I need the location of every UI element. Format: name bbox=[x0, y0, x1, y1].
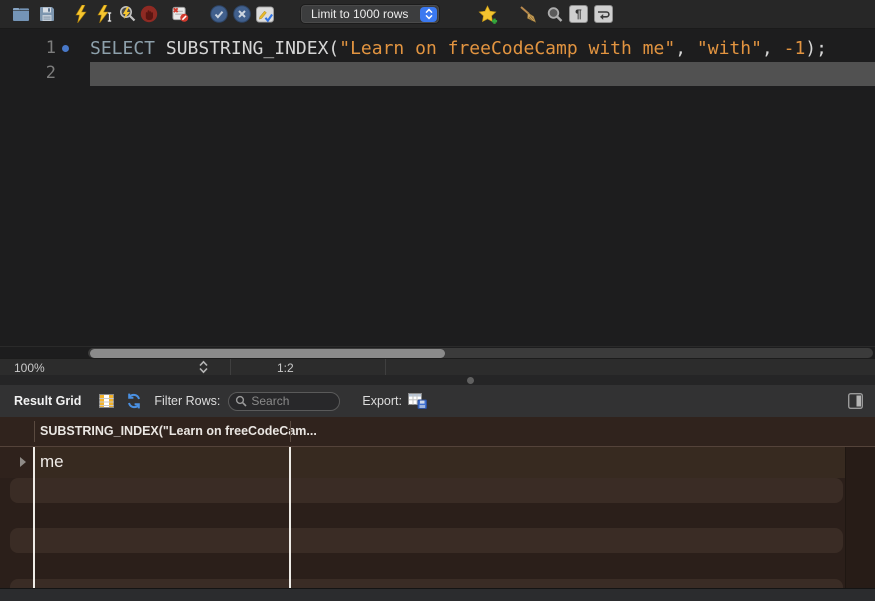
sql-string: "Learn on freeCodeCamp with me" bbox=[339, 38, 675, 59]
panel-splitter[interactable] bbox=[0, 375, 875, 385]
scrollbar-thumb[interactable] bbox=[90, 349, 445, 358]
open-folder-icon[interactable] bbox=[12, 5, 30, 24]
show-invisibles-icon[interactable]: ¶ bbox=[569, 5, 588, 23]
row-selector-gutter[interactable] bbox=[0, 447, 34, 478]
rollback-icon[interactable] bbox=[233, 5, 251, 24]
empty-row-stripe bbox=[10, 478, 843, 503]
toggle-autocommit-icon[interactable] bbox=[256, 5, 274, 24]
commit-icon[interactable] bbox=[210, 5, 228, 24]
execute-statement-icon[interactable] bbox=[96, 5, 114, 24]
explain-plan-icon[interactable] bbox=[118, 5, 136, 24]
sql-keyword: SELECT bbox=[90, 38, 166, 59]
grid-right-margin bbox=[845, 447, 875, 588]
dropdown-stepper-icon bbox=[420, 7, 437, 22]
caret-position: 1:2 bbox=[277, 361, 294, 375]
column-divider[interactable] bbox=[34, 421, 35, 442]
sql-punct: , bbox=[675, 38, 697, 59]
current-line-highlight[interactable] bbox=[90, 62, 875, 86]
sql-number: -1 bbox=[784, 38, 806, 59]
word-wrap-icon[interactable] bbox=[594, 5, 613, 23]
splitter-handle-icon[interactable] bbox=[467, 377, 474, 384]
column-separator[interactable] bbox=[33, 447, 35, 588]
result-grid-body: me bbox=[0, 447, 875, 588]
column-header[interactable]: SUBSTRING_INDEX("Learn on freeCodeCam... bbox=[40, 424, 317, 438]
editor-toolbar: Limit to 1000 rows ¶ bbox=[0, 0, 875, 29]
code-line-1[interactable]: SELECT SUBSTRING_INDEX("Learn on freeCod… bbox=[90, 36, 827, 61]
sql-punct: ); bbox=[805, 38, 827, 59]
bottom-status-bar bbox=[0, 588, 875, 601]
mysql-workbench-window: Limit to 1000 rows ¶ 1 SELECT SUBSTRING_… bbox=[0, 0, 875, 601]
stop-query-icon[interactable] bbox=[140, 5, 158, 24]
empty-row-stripe bbox=[10, 528, 843, 553]
grid-view-icon[interactable] bbox=[99, 392, 114, 411]
sql-string: "with" bbox=[697, 38, 762, 59]
side-panel-toggle-icon[interactable] bbox=[848, 392, 863, 411]
table-row[interactable]: me bbox=[0, 447, 875, 478]
export-label: Export: bbox=[362, 394, 402, 408]
export-icon[interactable] bbox=[408, 392, 427, 411]
row-marker-icon bbox=[20, 457, 26, 467]
column-divider[interactable] bbox=[290, 421, 291, 442]
column-separator[interactable] bbox=[289, 447, 291, 588]
editor-status-bar: 100% 1:2 bbox=[0, 358, 875, 375]
result-grid-header: SUBSTRING_INDEX("Learn on freeCodeCam... bbox=[0, 417, 875, 447]
search-input[interactable] bbox=[251, 394, 333, 408]
refresh-icon[interactable] bbox=[126, 392, 142, 411]
sql-punct: , bbox=[762, 38, 784, 59]
save-icon[interactable] bbox=[38, 5, 56, 24]
status-divider bbox=[230, 359, 231, 375]
result-grid-title: Result Grid bbox=[14, 394, 81, 408]
result-grid-toolbar: Result Grid Filter Rows: Export: bbox=[0, 385, 875, 417]
toggle-stop-on-error-icon[interactable] bbox=[171, 5, 189, 24]
find-icon[interactable] bbox=[546, 5, 563, 24]
save-snippet-icon[interactable] bbox=[478, 5, 498, 24]
statement-marker-icon bbox=[62, 45, 69, 52]
filter-rows-label: Filter Rows: bbox=[154, 394, 220, 408]
sql-function: SUBSTRING_INDEX( bbox=[166, 38, 339, 59]
line-number: 2 bbox=[0, 61, 56, 86]
zoom-level: 100% bbox=[14, 361, 45, 375]
status-divider bbox=[385, 359, 386, 375]
filter-search-field[interactable] bbox=[228, 392, 340, 411]
beautify-icon[interactable] bbox=[518, 5, 537, 24]
execute-script-icon[interactable] bbox=[72, 5, 90, 24]
result-cell-value[interactable]: me bbox=[40, 452, 64, 472]
sql-editor[interactable]: 1 SELECT SUBSTRING_INDEX("Learn on freeC… bbox=[0, 29, 875, 346]
editor-hscrollbar bbox=[0, 346, 875, 358]
line-number: 1 bbox=[0, 36, 56, 61]
empty-row-stripe bbox=[10, 579, 843, 588]
search-icon bbox=[235, 395, 247, 407]
limit-rows-dropdown[interactable]: Limit to 1000 rows bbox=[300, 4, 440, 24]
limit-rows-value: Limit to 1000 rows bbox=[311, 7, 408, 21]
